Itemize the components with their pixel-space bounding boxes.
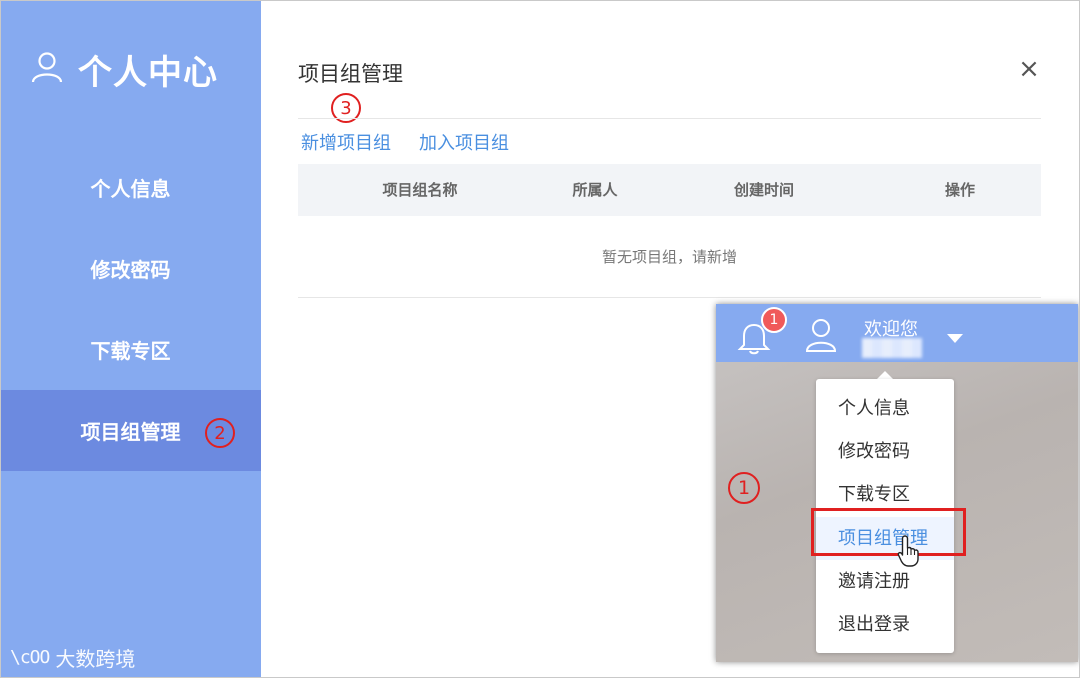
watermark-logo: \cOO [10,647,50,668]
menu-item-change-password[interactable]: 修改密码 [816,430,954,473]
chevron-down-icon[interactable] [947,334,963,343]
step-marker-2: 2 [205,418,235,448]
sidebar-item-downloads[interactable]: 下载专区 [0,309,261,390]
watermark-text: 大数跨境 [55,647,136,671]
hand-cursor-icon [897,534,923,568]
highlight-box [811,508,966,556]
user-icon[interactable] [804,317,838,353]
blurred-username [862,338,922,358]
notification-badge: 1 [761,307,787,333]
add-project-group-link[interactable]: 新增项目组 [301,129,391,155]
step-marker-1: 1 [728,472,760,504]
sidebar-item-label: 个人信息 [90,177,171,201]
divider [298,118,1041,119]
sidebar-header: 个人中心 [30,44,218,94]
user-icon [30,50,64,88]
empty-state: 暂无项目组，请新增 [601,248,737,266]
sidebar-item-personal-info[interactable]: 个人信息 [0,147,261,228]
column-header-created: 创建时间 [733,181,795,199]
sidebar: 个人中心 个人信息 修改密码 下载专区 项目组管理 2 \cOO 大数跨境 [0,0,261,678]
sidebar-item-label: 下载专区 [90,339,171,363]
sidebar-title: 个人中心 [78,52,218,93]
page-title: 项目组管理 [298,62,403,86]
close-icon[interactable]: × [1016,56,1042,82]
watermark: \cOO 大数跨境 [10,643,135,672]
menu-item-logout[interactable]: 退出登录 [816,603,954,646]
table-bottom-border [298,297,1041,298]
menu-item-personal-info[interactable]: 个人信息 [816,387,954,430]
sidebar-item-change-password[interactable]: 修改密码 [0,228,261,309]
column-header-owner: 所属人 [572,181,618,199]
column-header-name: 项目组名称 [382,181,458,199]
column-header-actions: 操作 [944,181,976,199]
sidebar-item-label: 项目组管理 [80,420,181,444]
menu-item-invite[interactable]: 邀请注册 [816,560,954,603]
sidebar-item-label: 修改密码 [90,258,171,282]
join-project-group-link[interactable]: 加入项目组 [419,129,509,155]
inset-screenshot: 1 欢迎您 个人信息 修改密码 下载专区 项目组管理 邀请注册 退出登录 1 [716,304,1078,662]
table-header: 项目组名称 所属人 创建时间 操作 [298,164,1041,216]
